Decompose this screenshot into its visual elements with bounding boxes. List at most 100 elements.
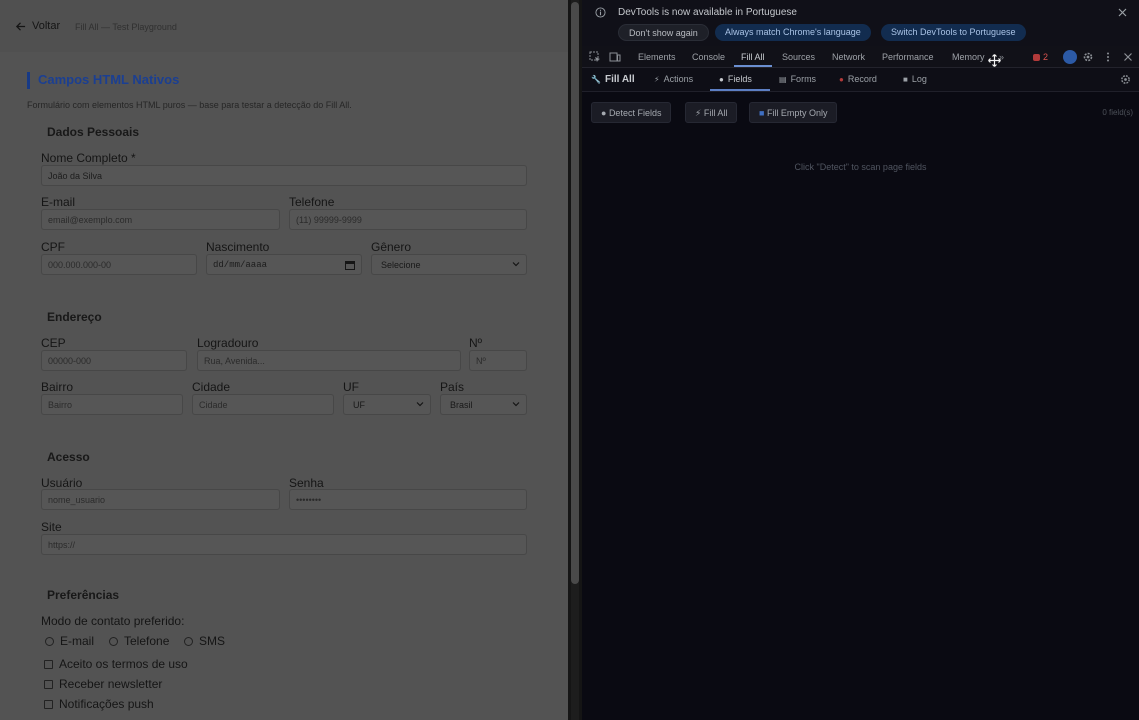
fill-all-brand: 🔧 Fill All [591, 74, 635, 85]
tab-memory[interactable]: Memory [952, 52, 985, 62]
cep-input[interactable]: 00000-000 [41, 350, 187, 371]
checkbox-box [44, 659, 53, 669]
tab-sources[interactable]: Sources [782, 52, 815, 62]
extension-icon[interactable] [1063, 50, 1077, 64]
checkbox-newsletter[interactable]: Receber newsletter [44, 677, 162, 691]
page-subtitle: Formulário com elementos HTML puros — ba… [27, 100, 352, 110]
fill-all-subtabs: 🔧 Fill All ⚡ Actions ● Fields ▤ Forms ● Recor… [582, 68, 1139, 92]
contact-mode-label: Modo de contato preferido: [41, 614, 185, 628]
active-subtab-indicator [710, 89, 770, 91]
infobar-message: DevTools is now available in Portuguese [618, 7, 797, 18]
log-icon: ■ [903, 74, 908, 84]
radio-email[interactable]: E-mail [45, 634, 94, 648]
subtab-label: Record [847, 74, 877, 84]
breadcrumb: Fill All — Test Playground [75, 22, 177, 32]
district-label: Bairro [41, 380, 74, 394]
username-input[interactable]: nome_usuario [41, 489, 280, 510]
dot-icon: ● [719, 74, 724, 84]
gender-value: Selecione [381, 260, 421, 270]
section-preferences: Preferências [47, 588, 120, 602]
subtab-log[interactable]: ■ Log [903, 74, 927, 84]
dont-show-again-button[interactable]: Don't show again [618, 24, 709, 41]
calendar-icon[interactable] [345, 260, 355, 270]
number-input[interactable]: Nº [469, 350, 527, 371]
full-name-input[interactable]: João da Silva [41, 165, 527, 186]
subtab-record[interactable]: ● Record [839, 74, 877, 84]
state-value: UF [353, 400, 365, 410]
page-scrollbar[interactable] [568, 0, 582, 720]
street-input[interactable]: Rua, Avenida... [197, 350, 461, 371]
section-address: Endereço [47, 310, 102, 324]
email-input[interactable]: email@exemplo.com [41, 209, 280, 230]
button-label: Fill All [703, 108, 728, 118]
radio-label: Telefone [124, 634, 170, 648]
match-language-button[interactable]: Always match Chrome's language [715, 24, 871, 41]
radio-circle [184, 636, 193, 646]
radio-phone[interactable]: Telefone [109, 634, 169, 648]
back-button[interactable]: Voltar [15, 20, 60, 32]
subtab-forms[interactable]: ▤ Forms [779, 74, 816, 84]
cep-label: CEP [41, 336, 66, 350]
kebab-menu-icon[interactable] [1102, 51, 1114, 63]
devtools-panel: DevTools is now available in Portuguese … [582, 0, 1139, 720]
lightning-icon: ⚡ [654, 74, 660, 84]
birth-date-input[interactable]: dd/mm/aaaa [206, 254, 362, 275]
error-counter[interactable]: 2 [1033, 52, 1048, 62]
birth-label: Nascimento [206, 240, 270, 254]
tab-console[interactable]: Console [692, 52, 725, 62]
subtab-fields[interactable]: ● Fields [719, 74, 752, 84]
scrollbar-thumb[interactable] [571, 2, 579, 584]
close-icon[interactable] [1118, 8, 1127, 17]
switch-language-button[interactable]: Switch DevTools to Portuguese [881, 24, 1026, 41]
street-label: Logradouro [197, 336, 259, 350]
section-access: Acesso [47, 450, 90, 464]
site-input[interactable]: https:// [41, 534, 527, 555]
radio-label: SMS [199, 634, 226, 648]
checkbox-push[interactable]: Notificações push [44, 697, 154, 711]
inspect-element-icon[interactable] [589, 51, 601, 63]
radio-sms[interactable]: SMS [184, 634, 225, 648]
button-label: Detect Fields [608, 108, 662, 118]
gear-icon[interactable] [1082, 51, 1094, 63]
tab-fill-all[interactable]: Fill All [741, 52, 765, 62]
checkbox-box [44, 699, 53, 709]
city-input[interactable]: Cidade [192, 394, 334, 415]
device-toolbar-icon[interactable] [609, 51, 621, 63]
checkbox-terms[interactable]: Aceito os termos de uso [44, 657, 188, 671]
empty-state-message: Click "Detect" to scan page fields [794, 162, 927, 172]
back-label: Voltar [32, 20, 61, 32]
devtools-tabbar: Elements Console Fill All Sources Networ… [582, 46, 1139, 68]
cpf-label: CPF [41, 240, 65, 254]
password-label: Senha [289, 476, 324, 490]
radio-circle [45, 636, 54, 646]
settings-icon[interactable] [1120, 74, 1131, 85]
subtab-actions[interactable]: ⚡ Actions [654, 74, 693, 84]
detect-fields-button[interactable]: ● Detect Fields [591, 102, 672, 123]
district-input[interactable]: Bairro [41, 394, 183, 415]
lightning-icon: ⚡ [695, 108, 704, 118]
tab-performance[interactable]: Performance [882, 52, 934, 62]
tab-network[interactable]: Network [832, 52, 865, 62]
phone-input[interactable]: (11) 99999-9999 [289, 209, 527, 230]
phone-label: Telefone [289, 195, 335, 209]
close-devtools-icon[interactable] [1122, 51, 1134, 63]
gender-select[interactable]: Selecione [371, 254, 527, 275]
dot-icon: ● [601, 108, 609, 118]
country-label: País [440, 380, 465, 394]
checkbox-box [44, 679, 53, 689]
language-infobar: DevTools is now available in Portuguese … [582, 0, 1139, 46]
cpf-input[interactable]: 000.000.000-00 [41, 254, 197, 275]
country-select[interactable]: Brasil [440, 394, 527, 415]
tab-elements[interactable]: Elements [638, 52, 676, 62]
fill-all-button[interactable]: ⚡ Fill All [685, 102, 738, 123]
chevron-down-icon [416, 402, 424, 407]
subtab-label: Actions [663, 74, 694, 84]
section-personal: Dados Pessoais [47, 125, 140, 139]
web-page: Voltar Fill All — Test Playground Campos… [0, 0, 568, 720]
error-icon [1033, 53, 1040, 61]
button-label: Fill Empty Only [766, 108, 828, 118]
wrench-icon: 🔧 [591, 75, 601, 84]
password-input[interactable]: •••••••• [289, 489, 527, 510]
state-select[interactable]: UF [343, 394, 431, 415]
fill-empty-only-button[interactable]: ■ Fill Empty Only [749, 102, 838, 123]
